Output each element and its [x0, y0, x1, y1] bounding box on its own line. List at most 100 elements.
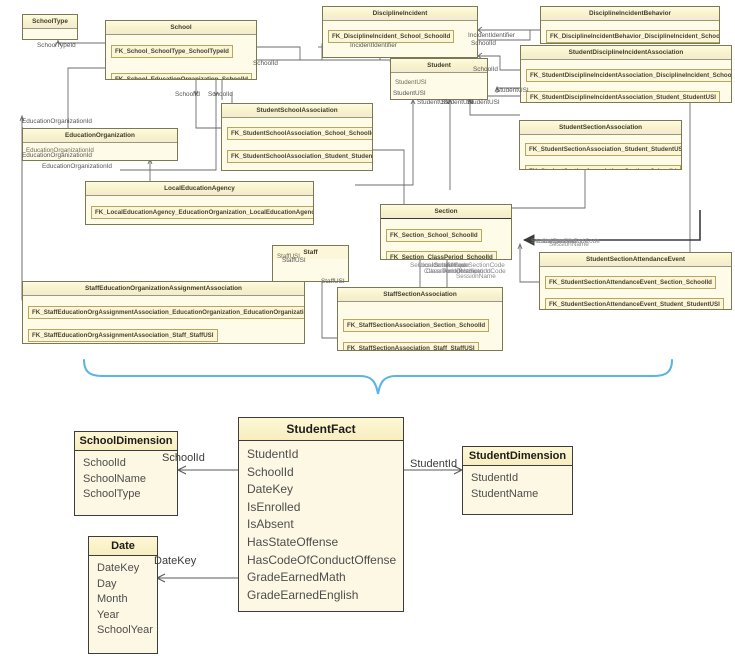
star-edge-label-studentid: StudentId	[410, 458, 458, 470]
entity-title: DisciplineIncidentBehavior	[541, 7, 719, 21]
column-name: StudentId	[247, 447, 299, 461]
table-title: Date	[89, 537, 157, 556]
fk-item[interactable]: FK_StaffEducationOrgAssignmentAssociatio…	[28, 329, 218, 342]
entity-body: FK_StudentSectionAttendanceEvent_Section…	[540, 267, 731, 309]
entity-body: FK_StaffEducationOrgAssignmentAssociatio…	[23, 296, 304, 343]
entity-studentschoolassociation[interactable]: StudentSchoolAssociation FK_StudentSchoo…	[221, 103, 373, 171]
entity-attr: StudentUSI	[395, 79, 427, 86]
table-title: SchoolDimension	[75, 432, 177, 451]
fk-item[interactable]: FK_Section_ClassPeriod_SchoolId	[386, 251, 497, 259]
entity-section[interactable]: Section FK_Section_School_SchoolId FK_Se…	[380, 204, 512, 260]
edge-label-educationorganizationid: EducationOrganizationId	[42, 163, 112, 170]
edge-label-studentusi: StudentUSI	[393, 90, 426, 97]
table-title: StudentFact	[239, 418, 403, 441]
er-diagram-canvas: SchoolType School FK_School_SchoolType_S…	[0, 0, 735, 656]
column-name: DateKey	[97, 562, 140, 574]
table-studentdimension[interactable]: StudentDimension StudentId StudentName	[462, 446, 573, 515]
star-edge-label-datekey: DateKey	[154, 555, 197, 567]
entity-localeducationagency[interactable]: LocalEducationAgency FK_LocalEducationAg…	[85, 181, 314, 225]
grouping-brace	[82, 358, 674, 395]
edge-label-studentusi: StudentUSI	[467, 99, 500, 106]
entity-title: StaffEducationOrganizationAssignmentAsso…	[23, 282, 304, 296]
column-name: SchoolName	[83, 472, 146, 485]
entity-title: EducationOrganization	[23, 129, 177, 143]
fk-item[interactable]: FK_StudentSectionAssociation_Student_Stu…	[525, 143, 681, 156]
column-name: StudentId	[471, 472, 519, 484]
entity-school[interactable]: School FK_School_SchoolType_SchoolTypeId…	[105, 20, 257, 80]
entity-body	[23, 29, 77, 38]
entity-title: StudentSectionAttendanceEvent	[540, 253, 731, 267]
entity-body: FK_LocalEducationAgency_EducationOrganiz…	[86, 196, 313, 224]
entity-title: StaffSectionAssociation	[338, 288, 502, 302]
column-name: SchoolType	[83, 488, 141, 500]
column-name: HasStateOffense	[247, 534, 339, 549]
entity-body: FK_StaffSectionAssociation_Section_Schoo…	[338, 302, 502, 350]
fk-item[interactable]: FK_StudentSchoolAssociation_Student_Stud…	[227, 150, 372, 163]
table-date[interactable]: Date DateKey Day Month Year SchoolYear	[88, 536, 158, 654]
fk-item[interactable]: FK_StudentSchoolAssociation_School_Schoo…	[227, 127, 372, 140]
edge-label-sessionname-right: SessionName	[549, 241, 589, 248]
fk-item[interactable]: FK_StudentDisciplineIncidentAssociation_…	[526, 69, 731, 82]
edge-label-educationorganizationid: EducationOrganizationId	[22, 152, 92, 159]
fk-item[interactable]: FK_StudentSectionAttendanceEvent_Section…	[545, 276, 716, 289]
edge-label-classroomidentificationcode: ClassroomIdentificationCode	[424, 268, 506, 275]
entity-schooltype[interactable]: SchoolType	[22, 14, 78, 40]
column-name: SchoolId	[83, 457, 126, 469]
table-studentfact[interactable]: StudentFact StudentId SchoolId DateKey I…	[238, 417, 404, 612]
entity-studentsectionattendanceevent[interactable]: StudentSectionAttendanceEvent FK_Student…	[539, 252, 732, 310]
edge-label-schoolid: SchoolId	[175, 91, 200, 98]
column-name: StudentName	[471, 487, 539, 500]
entity-body: FK_DisciplineIncidentBehavior_Discipline…	[541, 21, 719, 43]
entity-body: FK_DisciplineIncident_School_SchoolId	[323, 21, 477, 48]
entity-title: StudentSchoolAssociation	[222, 104, 372, 118]
entity-title: SchoolType	[23, 15, 77, 29]
star-edge-label-schoolid: SchoolId	[162, 452, 205, 464]
column-name: DateKey	[247, 482, 294, 497]
fk-item[interactable]: FK_StudentSectionAssociation_Section_Sch…	[525, 165, 681, 169]
entity-staffeducationorganizationassignmentassociation[interactable]: StaffEducationOrganizationAssignmentAsso…	[22, 281, 305, 344]
fk-item[interactable]: FK_DisciplineIncidentBehavior_Discipline…	[546, 30, 719, 43]
fk-item[interactable]: FK_School_EducationOrganization_SchoolId	[111, 73, 253, 79]
column-name: Year	[97, 608, 120, 621]
entity-body: FK_StudentSectionAssociation_Student_Stu…	[520, 135, 681, 169]
entity-title: StudentSectionAssociation	[520, 121, 681, 135]
edge-label-staffusi: StaffUSI	[282, 257, 306, 264]
edge-label-schoolid: SchoolId	[208, 91, 233, 98]
table-body: StudentId StudentName	[463, 466, 572, 508]
entity-studentsectionassociation[interactable]: StudentSectionAssociation FK_StudentSect…	[519, 120, 682, 170]
fk-item[interactable]: FK_StudentDisciplineIncidentAssociation_…	[526, 91, 720, 102]
entity-staffsectionassociation[interactable]: StaffSectionAssociation FK_StaffSectionA…	[337, 287, 503, 351]
entity-studentdisciplineincidentassociation[interactable]: StudentDisciplineIncidentAssociation FK_…	[520, 45, 732, 103]
fk-item[interactable]: FK_LocalEducationAgency_EducationOrganiz…	[91, 206, 313, 219]
edge-label-schooltypeid: SchoolTypeId	[37, 42, 76, 49]
column-name: Month	[97, 593, 128, 605]
entity-title: Section	[381, 205, 511, 219]
entity-body: FK_Section_School_SchoolId FK_Section_Cl…	[381, 219, 511, 259]
fk-item[interactable]: FK_StudentSectionAttendanceEvent_Student…	[545, 298, 724, 309]
entity-title: LocalEducationAgency	[86, 182, 313, 196]
table-title: StudentDimension	[463, 447, 572, 466]
column-name: GradeEarnedMath	[247, 570, 346, 585]
fk-item[interactable]: FK_School_SchoolType_SchoolTypeId	[111, 45, 233, 58]
column-name: Day	[97, 577, 117, 590]
edge-label-schoolid: SchoolId	[473, 66, 498, 73]
edge-label-staffusi: StaffUSI	[321, 278, 345, 285]
table-body: StudentId SchoolId DateKey IsEnrolled Is…	[239, 441, 403, 610]
column-name: HasCodeOfConductOffense	[247, 552, 397, 567]
entity-disciplineincident[interactable]: DisciplineIncident FK_DisciplineIncident…	[322, 6, 478, 58]
table-schooldimension[interactable]: SchoolDimension SchoolId SchoolName Scho…	[74, 431, 178, 516]
fk-item[interactable]: FK_StaffEducationOrgAssignmentAssociatio…	[28, 306, 304, 319]
column-name: SchoolYear	[97, 624, 153, 636]
entity-title: School	[106, 21, 256, 35]
fk-item[interactable]: FK_StaffSectionAssociation_Section_Schoo…	[343, 319, 490, 332]
entity-body: FK_StudentDisciplineIncidentAssociation_…	[521, 60, 731, 102]
column-name: IsAbsent	[247, 517, 294, 532]
entity-disciplineincidentbehavior[interactable]: DisciplineIncidentBehavior FK_Discipline…	[540, 6, 720, 44]
column-name: SchoolId	[247, 464, 294, 479]
column-name: GradeEarnedEnglish	[247, 587, 359, 602]
entity-title: DisciplineIncident	[323, 7, 477, 21]
fk-item[interactable]: FK_StaffSectionAssociation_Staff_StaffUS…	[343, 342, 479, 350]
edge-label-educationorganizationid: EducationOrganizationId	[22, 118, 92, 125]
fk-item[interactable]: FK_Section_School_SchoolId	[386, 229, 482, 242]
edge-label-incidentidentifier: IncidentIdentifier	[468, 32, 515, 39]
